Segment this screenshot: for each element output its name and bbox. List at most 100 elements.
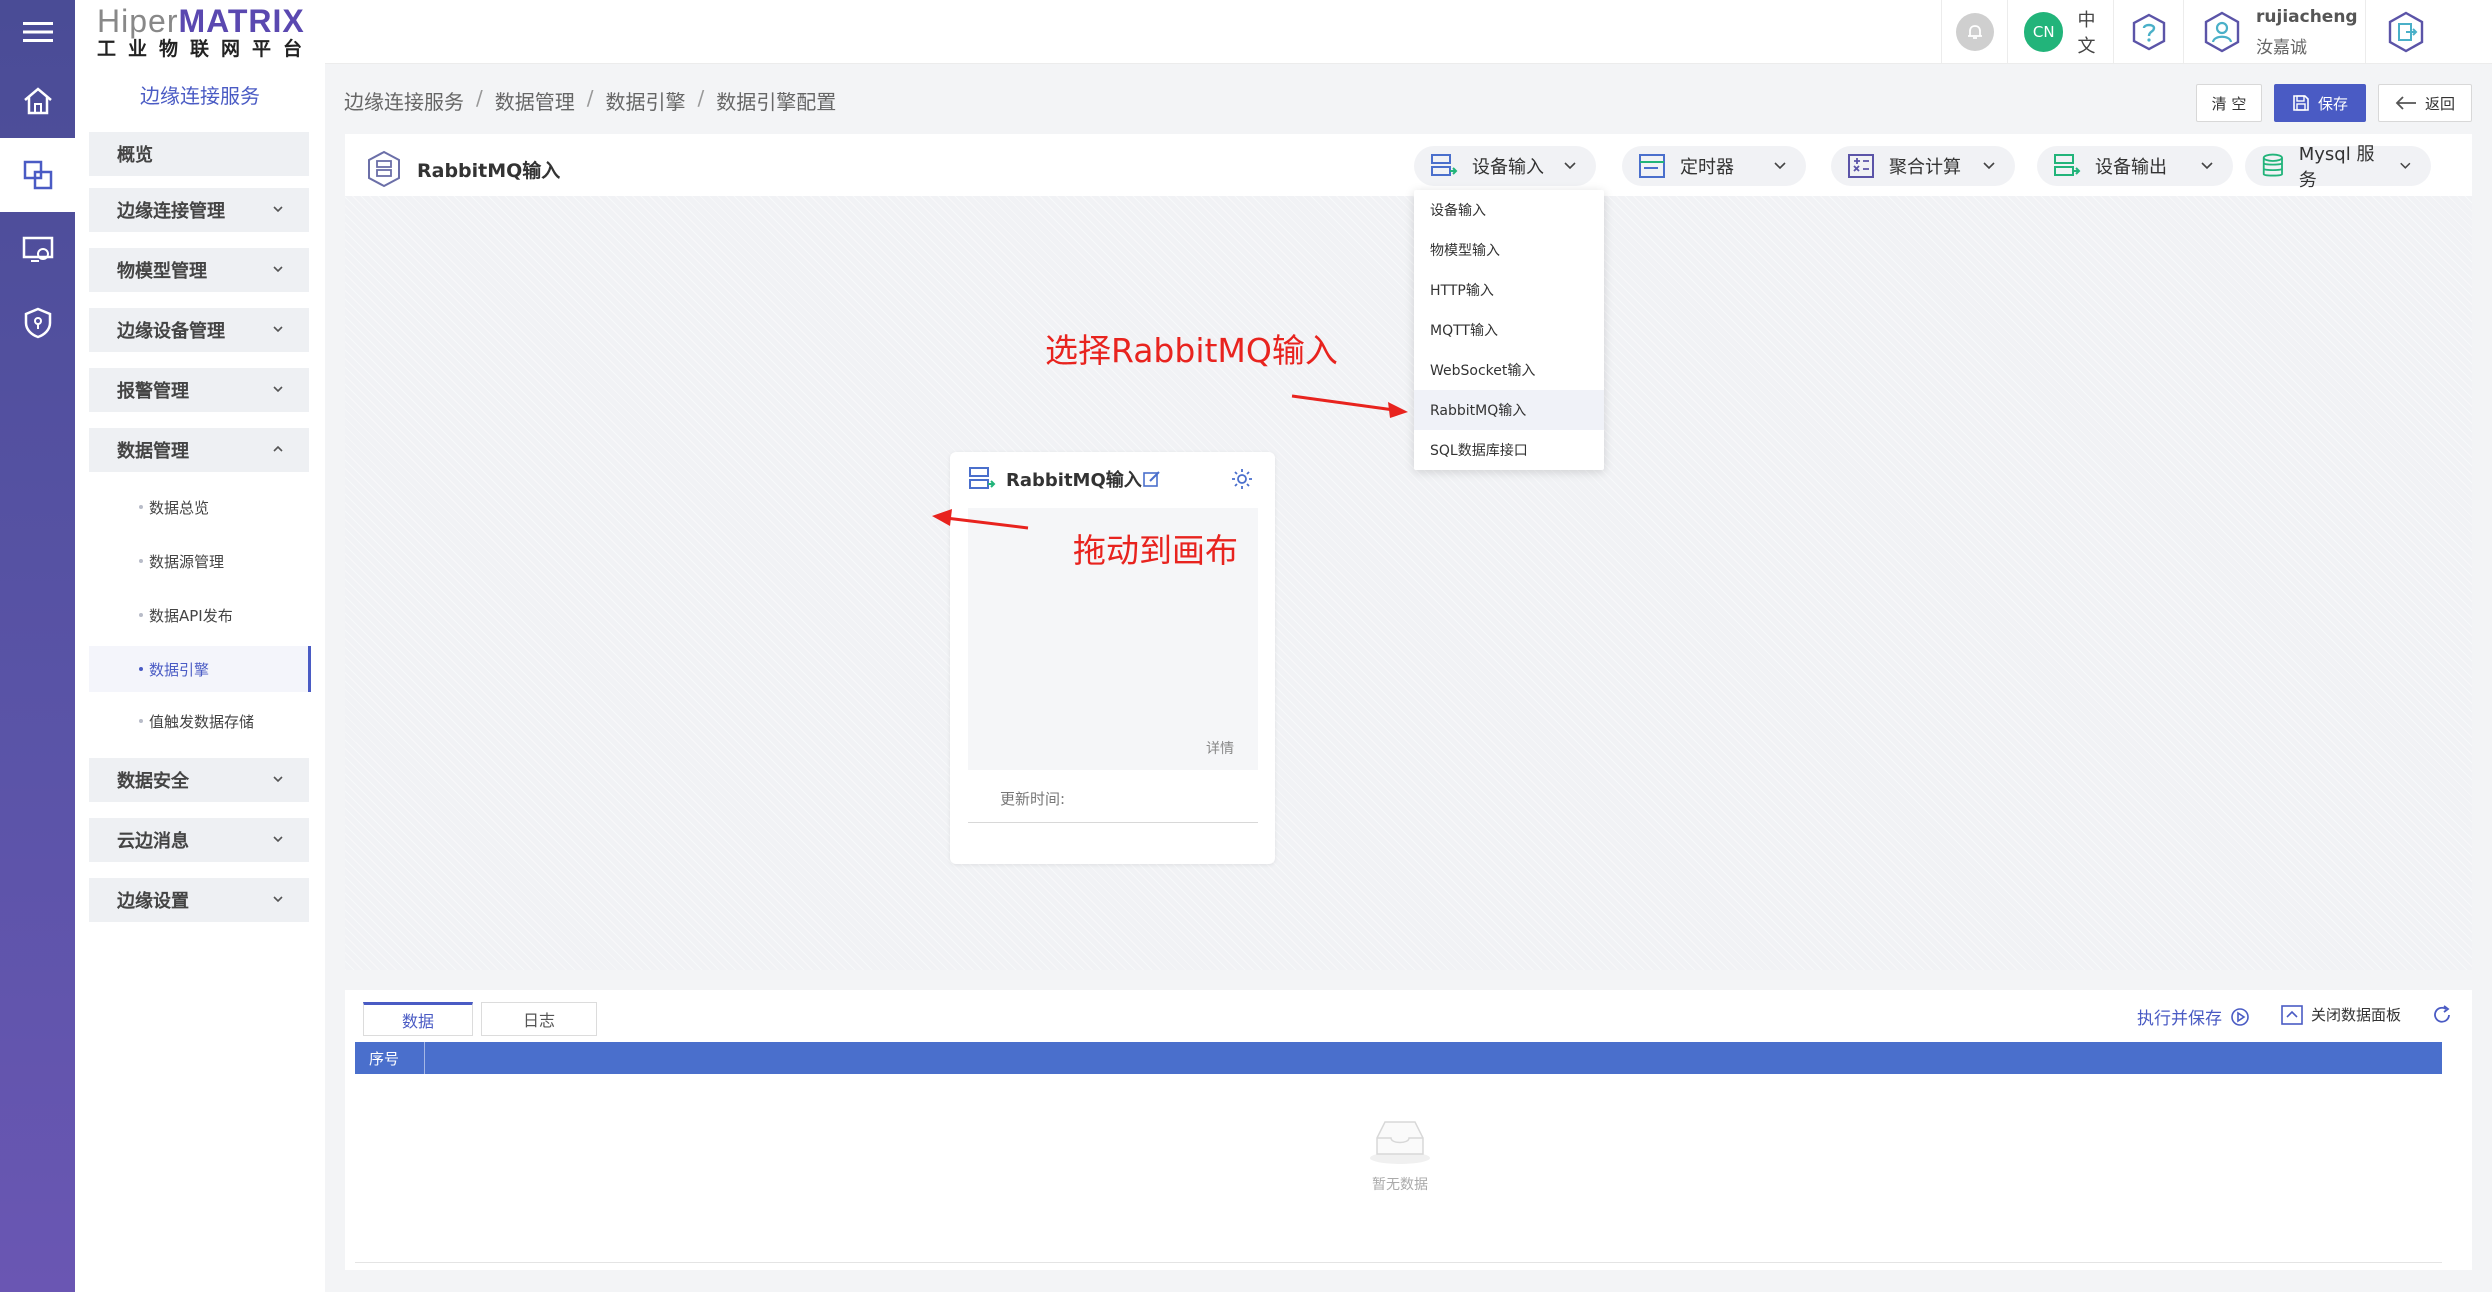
breadcrumb-separator: / — [697, 86, 705, 110]
tool-label: Mysql 服务 — [2298, 144, 2375, 191]
tool-label: 设备输入 — [1472, 157, 1544, 178]
tool-device-output[interactable]: 设备输出 — [2037, 146, 2233, 186]
tool-label: 定时器 — [1680, 157, 1734, 178]
close-panel-label: 关闭数据面板 — [2311, 1006, 2402, 1024]
tab-label: 数据 — [401, 1012, 434, 1031]
breadcrumb-item[interactable]: 数据引擎 — [606, 86, 686, 115]
annotation-arrow-left — [932, 509, 1029, 530]
device-input-icon — [1431, 154, 1458, 176]
rabbitmq-node-icon — [969, 467, 996, 489]
language-badge: CN — [2024, 12, 2064, 52]
rail-item-monitor[interactable] — [0, 212, 75, 286]
monitor-eye-icon — [22, 236, 53, 262]
sidebar-item-data-mgmt[interactable]: 数据管理 — [89, 428, 309, 472]
dropdown-item-sql-interface[interactable]: SQL数据库接口 — [1414, 430, 1604, 470]
chevron-down-icon — [273, 206, 283, 213]
sidebar-subitem-data-source[interactable]: 数据源管理 — [89, 538, 311, 584]
logout-button[interactable] — [2365, 0, 2445, 64]
sidebar-subitem-data-api[interactable]: 数据API发布 — [89, 592, 311, 638]
empty-inbox-icon — [1370, 1121, 1430, 1164]
edit-icon[interactable] — [1142, 469, 1162, 489]
tab-data[interactable]: 数据 — [363, 1002, 473, 1036]
node-update-time: 更新时间: — [1000, 790, 1066, 808]
sidebar-item-overview[interactable]: 概览 — [89, 132, 309, 176]
gear-icon[interactable] — [1231, 468, 1253, 490]
node-detail-link[interactable]: 详情 — [1206, 738, 1234, 758]
sidebar-subitem-data-overview[interactable]: 数据总览 — [89, 484, 311, 530]
timer-icon — [1639, 154, 1665, 178]
sidebar: HiperMATRIX 工业物联网平台 边缘连接服务 概览 边缘连接管理 物模型… — [75, 0, 325, 1292]
sidebar-item-label: 边缘连接管理 — [117, 201, 225, 222]
sidebar-item-device[interactable]: 边缘设备管理 — [89, 308, 309, 352]
sidebar-item-data-security[interactable]: 数据安全 — [89, 758, 309, 802]
node-title: RabbitMQ输入 — [1006, 470, 1142, 491]
sidebar-subitem-trigger-storage[interactable]: 值触发数据存储 — [89, 698, 311, 744]
language-switch[interactable]: CN 中文 — [2007, 0, 2113, 64]
dropdown-item-model-input[interactable]: 物模型输入 — [1414, 230, 1604, 270]
menu-toggle-button[interactable] — [0, 0, 75, 64]
breadcrumb-separator: / — [586, 86, 594, 110]
chevron-down-icon — [2201, 162, 2213, 170]
flow-canvas[interactable] — [345, 196, 2472, 970]
user-menu[interactable]: rujiacheng 汝嘉诚 — [2183, 0, 2365, 64]
help-button[interactable] — [2113, 0, 2183, 64]
sidebar-item-edge-settings[interactable]: 边缘设置 — [89, 878, 309, 922]
breadcrumb-item[interactable]: 边缘连接服务 — [344, 86, 464, 115]
logo: HiperMATRIX 工业物联网平台 — [97, 4, 317, 62]
rail-item-security[interactable] — [0, 286, 75, 360]
rail-item-home[interactable] — [0, 64, 75, 138]
sidebar-item-cloud-msg[interactable]: 云边消息 — [89, 818, 309, 862]
empty-state-text: 暂无数据 — [1372, 1177, 1428, 1193]
logo-brand-b: MATRIX — [178, 3, 305, 39]
home-icon — [23, 87, 52, 115]
tool-device-input[interactable]: 设备输入 — [1414, 146, 1596, 186]
tab-log[interactable]: 日志 — [481, 1002, 597, 1036]
logout-icon — [2388, 11, 2423, 53]
chevron-down-icon — [2400, 162, 2411, 169]
clear-button[interactable]: 清 空 — [2196, 84, 2262, 122]
user-display-name: 汝嘉诚 — [2256, 37, 2307, 58]
close-panel-button[interactable]: 关闭数据面板 — [2281, 1004, 2401, 1025]
rail-item-edge-service[interactable] — [0, 138, 75, 212]
sidebar-item-model[interactable]: 物模型管理 — [89, 248, 309, 292]
logo-brand-a: Hiper — [97, 3, 179, 39]
editor-toolbar: RabbitMQ输入 设备输入 定时器 聚合计算 设备输出 Mysql 服务 — [345, 134, 2472, 196]
hamburger-icon — [22, 22, 53, 42]
refresh-icon[interactable] — [2431, 1004, 2453, 1026]
node-header: RabbitMQ输入 — [968, 466, 1162, 492]
tool-aggregate[interactable]: 聚合计算 — [1831, 146, 2015, 186]
clear-button-label: 清 空 — [2211, 94, 2247, 113]
breadcrumb-item[interactable]: 数据管理 — [495, 86, 575, 115]
execute-save-button[interactable]: 执行并保存 — [2137, 1004, 2250, 1029]
empty-state: 暂无数据 — [1355, 1116, 1445, 1194]
chevron-down-icon — [273, 386, 283, 393]
sidebar-item-alarm[interactable]: 报警管理 — [89, 368, 309, 412]
language-label: 中文 — [2077, 10, 2096, 57]
sidebar-decoration — [75, 932, 325, 1292]
bell-icon — [1955, 13, 1994, 51]
breadcrumb-separator: / — [476, 86, 483, 110]
divider — [968, 822, 1258, 823]
dropdown-item-http-input[interactable]: HTTP输入 — [1414, 270, 1604, 310]
chevron-down-icon — [273, 326, 283, 333]
back-button[interactable]: 返回 — [2378, 84, 2472, 122]
flow-title: RabbitMQ输入 — [365, 150, 560, 188]
sidebar-item-edge-conn[interactable]: 边缘连接管理 — [89, 188, 309, 232]
dropdown-item-websocket-input[interactable]: WebSocket输入 — [1414, 350, 1604, 390]
chevron-down-icon — [1983, 162, 1995, 170]
dropdown-item-rabbitmq-input[interactable]: RabbitMQ输入 — [1414, 390, 1604, 430]
annotation-arrow-right — [1291, 394, 1408, 418]
tool-timer[interactable]: 定时器 — [1622, 146, 1806, 186]
play-circle-icon — [2231, 1007, 2249, 1026]
tool-mysql-service[interactable]: Mysql 服务 — [2245, 144, 2431, 191]
execute-save-label: 执行并保存 — [2137, 1009, 2222, 1029]
chevron-down-icon — [273, 896, 283, 903]
dropdown-item-mqtt-input[interactable]: MQTT输入 — [1414, 310, 1604, 350]
sidebar-subitem-data-engine[interactable]: 数据引擎 — [89, 646, 311, 692]
dropdown-item-device-input[interactable]: 设备输入 — [1414, 190, 1604, 230]
username: rujiacheng — [2256, 6, 2358, 27]
save-button[interactable]: 保存 — [2274, 84, 2366, 122]
notification-button[interactable] — [1941, 0, 2007, 64]
chevron-up-icon — [273, 445, 283, 452]
sidebar-item-label: 边缘设置 — [117, 891, 189, 912]
